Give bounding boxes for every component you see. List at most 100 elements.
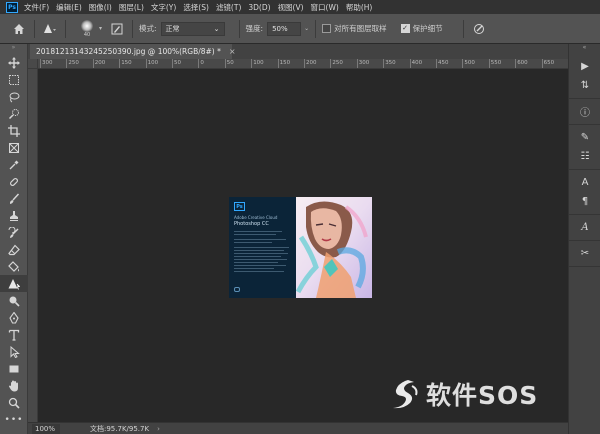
splash-text-line	[234, 239, 286, 240]
brush-preset-picker[interactable]: 40	[76, 19, 98, 38]
ruler-tick	[409, 59, 411, 68]
ruler-tick	[304, 59, 305, 68]
type-tool-icon[interactable]	[0, 326, 28, 343]
eyedropper-tool-icon[interactable]	[0, 156, 28, 173]
chevron-down-icon[interactable]: ▾	[99, 25, 102, 32]
rectangle-tool-icon[interactable]	[0, 360, 28, 377]
path-selection-tool-icon[interactable]	[0, 343, 28, 360]
menu-image[interactable]: 图像(I)	[89, 2, 112, 13]
panel-collapse-icon[interactable]: »	[0, 44, 27, 54]
brush-icon	[81, 19, 93, 32]
menu-3d[interactable]: 3D(D)	[248, 3, 270, 12]
info-icon[interactable]: ⓘ	[569, 102, 600, 121]
home-icon[interactable]	[10, 20, 28, 38]
quick-selection-tool-icon[interactable]	[0, 105, 28, 122]
ruler-tick	[330, 59, 332, 68]
splash-text-line	[234, 268, 274, 269]
menu-layer[interactable]: 图层(L)	[119, 2, 144, 13]
pressure-icon[interactable]	[470, 20, 488, 38]
menu-filter[interactable]: 滤镜(T)	[216, 2, 241, 13]
menu-file[interactable]: 文件(F)	[24, 2, 49, 13]
panel-group: A	[569, 215, 600, 241]
sample-all-layers-checkbox[interactable]: 对所有图层取样	[322, 23, 391, 34]
ruler-tick-label: 100	[147, 60, 159, 66]
document-tab[interactable]: 20181213143245250390.jpg @ 100%(RGB/8#) …	[30, 44, 236, 59]
menu-type[interactable]: 文字(Y)	[151, 2, 176, 13]
strength-input[interactable]: 50%	[267, 21, 302, 36]
panel-collapse-icon[interactable]: «	[569, 44, 600, 54]
splash-artwork	[295, 197, 372, 298]
zoom-level-input[interactable]: 100%	[32, 423, 60, 434]
mode-label: 模式:	[139, 24, 157, 33]
tools-panel: » •••	[0, 44, 28, 434]
brush-panel-icon[interactable]	[108, 20, 126, 38]
ruler-tick	[92, 59, 94, 68]
menu-edit[interactable]: 编辑(E)	[56, 2, 82, 13]
pen-tool-icon[interactable]	[0, 309, 28, 326]
panel-group: A ¶	[569, 170, 600, 215]
chevron-down-icon[interactable]: ⌄	[304, 25, 309, 32]
paragraph-panel-icon[interactable]: ¶	[569, 192, 600, 211]
close-icon[interactable]: ×	[229, 47, 236, 56]
ruler-tick-label: 500	[464, 60, 475, 66]
document-size-info[interactable]: 文档:95.7K/95.7K	[90, 424, 149, 434]
frame-tool-icon[interactable]	[0, 139, 28, 156]
app-logo[interactable]: Ps	[6, 1, 18, 13]
watermark-text: 软件SOS	[426, 381, 539, 410]
hand-tool-icon[interactable]	[0, 377, 28, 394]
ruler-tick	[488, 59, 490, 68]
character-panel-icon[interactable]: A	[569, 173, 600, 192]
sharpen-tool-icon[interactable]	[0, 275, 28, 292]
clone-stamp-tool-icon[interactable]	[0, 207, 28, 224]
ruler-tick-label: 100	[253, 60, 264, 66]
ruler-tick-label: 450	[438, 60, 449, 66]
healing-brush-tool-icon[interactable]	[0, 173, 28, 190]
mode-select[interactable]: 正常 ⌄	[160, 21, 225, 36]
tool-presets-icon[interactable]: ✂	[569, 244, 600, 263]
brush-settings-icon[interactable]: ✎	[569, 128, 600, 147]
eraser-tool-icon[interactable]	[0, 241, 28, 258]
more-tools-icon[interactable]: •••	[0, 411, 28, 428]
marquee-tool-icon[interactable]	[0, 71, 28, 88]
menu-view[interactable]: 视图(V)	[278, 2, 304, 13]
separator	[238, 19, 240, 38]
move-tool-icon[interactable]	[0, 54, 28, 71]
options-bar: 40 ▾ 模式: 正常 ⌄ 强度: 50% ⌄ 对所有图层取样 ✓ 保护细节	[0, 14, 600, 44]
play-icon[interactable]: ▶	[569, 57, 600, 76]
adjustments-icon[interactable]: ☷	[569, 147, 600, 166]
splash-text-line	[234, 259, 287, 260]
history-panel-icon[interactable]: ⇅	[569, 76, 600, 95]
splash-text-line	[234, 253, 288, 254]
ruler-tick	[66, 59, 68, 68]
checkbox-box[interactable]	[322, 24, 332, 33]
protect-detail-checkbox[interactable]: ✓ 保护细节	[400, 23, 447, 34]
tool-preset-picker[interactable]	[41, 20, 59, 38]
ruler-tick-label: 650	[543, 60, 555, 66]
document-image[interactable]: Ps Adobe Creative Cloud Photoshop CC	[229, 197, 372, 298]
history-brush-tool-icon[interactable]	[0, 224, 28, 241]
lasso-tool-icon[interactable]	[0, 88, 28, 105]
brush-tool-icon[interactable]	[0, 190, 28, 207]
check-icon[interactable]: ✓	[400, 24, 410, 33]
menu-help[interactable]: 帮助(H)	[346, 2, 373, 13]
ruler-tick	[277, 59, 279, 68]
splash-info-panel: Ps Adobe Creative Cloud Photoshop CC	[229, 197, 296, 298]
ruler-origin[interactable]	[28, 59, 38, 69]
paint-bucket-tool-icon[interactable]	[0, 258, 28, 275]
panel-group: ⓘ	[569, 99, 600, 125]
splash-text-line	[234, 231, 282, 232]
crop-tool-icon[interactable]	[0, 122, 28, 139]
splash-text-line	[234, 234, 276, 235]
horizontal-ruler[interactable]: 300 250 200 150 100 50 0 50 100 150 200 250 300 350 40…	[38, 59, 568, 69]
ruler-tick-label: 150	[121, 60, 132, 66]
splash-product: Photoshop CC	[234, 221, 269, 227]
ruler-tick-label: 400	[411, 60, 423, 66]
glyphs-panel-icon[interactable]: A	[569, 218, 600, 237]
dodge-tool-icon[interactable]	[0, 292, 28, 309]
chevron-right-icon[interactable]: ›	[157, 425, 160, 433]
vertical-ruler[interactable]	[28, 69, 38, 422]
splash-text-line	[234, 265, 286, 266]
menu-select[interactable]: 选择(S)	[183, 2, 209, 13]
menu-window[interactable]: 窗口(W)	[311, 2, 339, 13]
zoom-tool-icon[interactable]	[0, 394, 28, 411]
